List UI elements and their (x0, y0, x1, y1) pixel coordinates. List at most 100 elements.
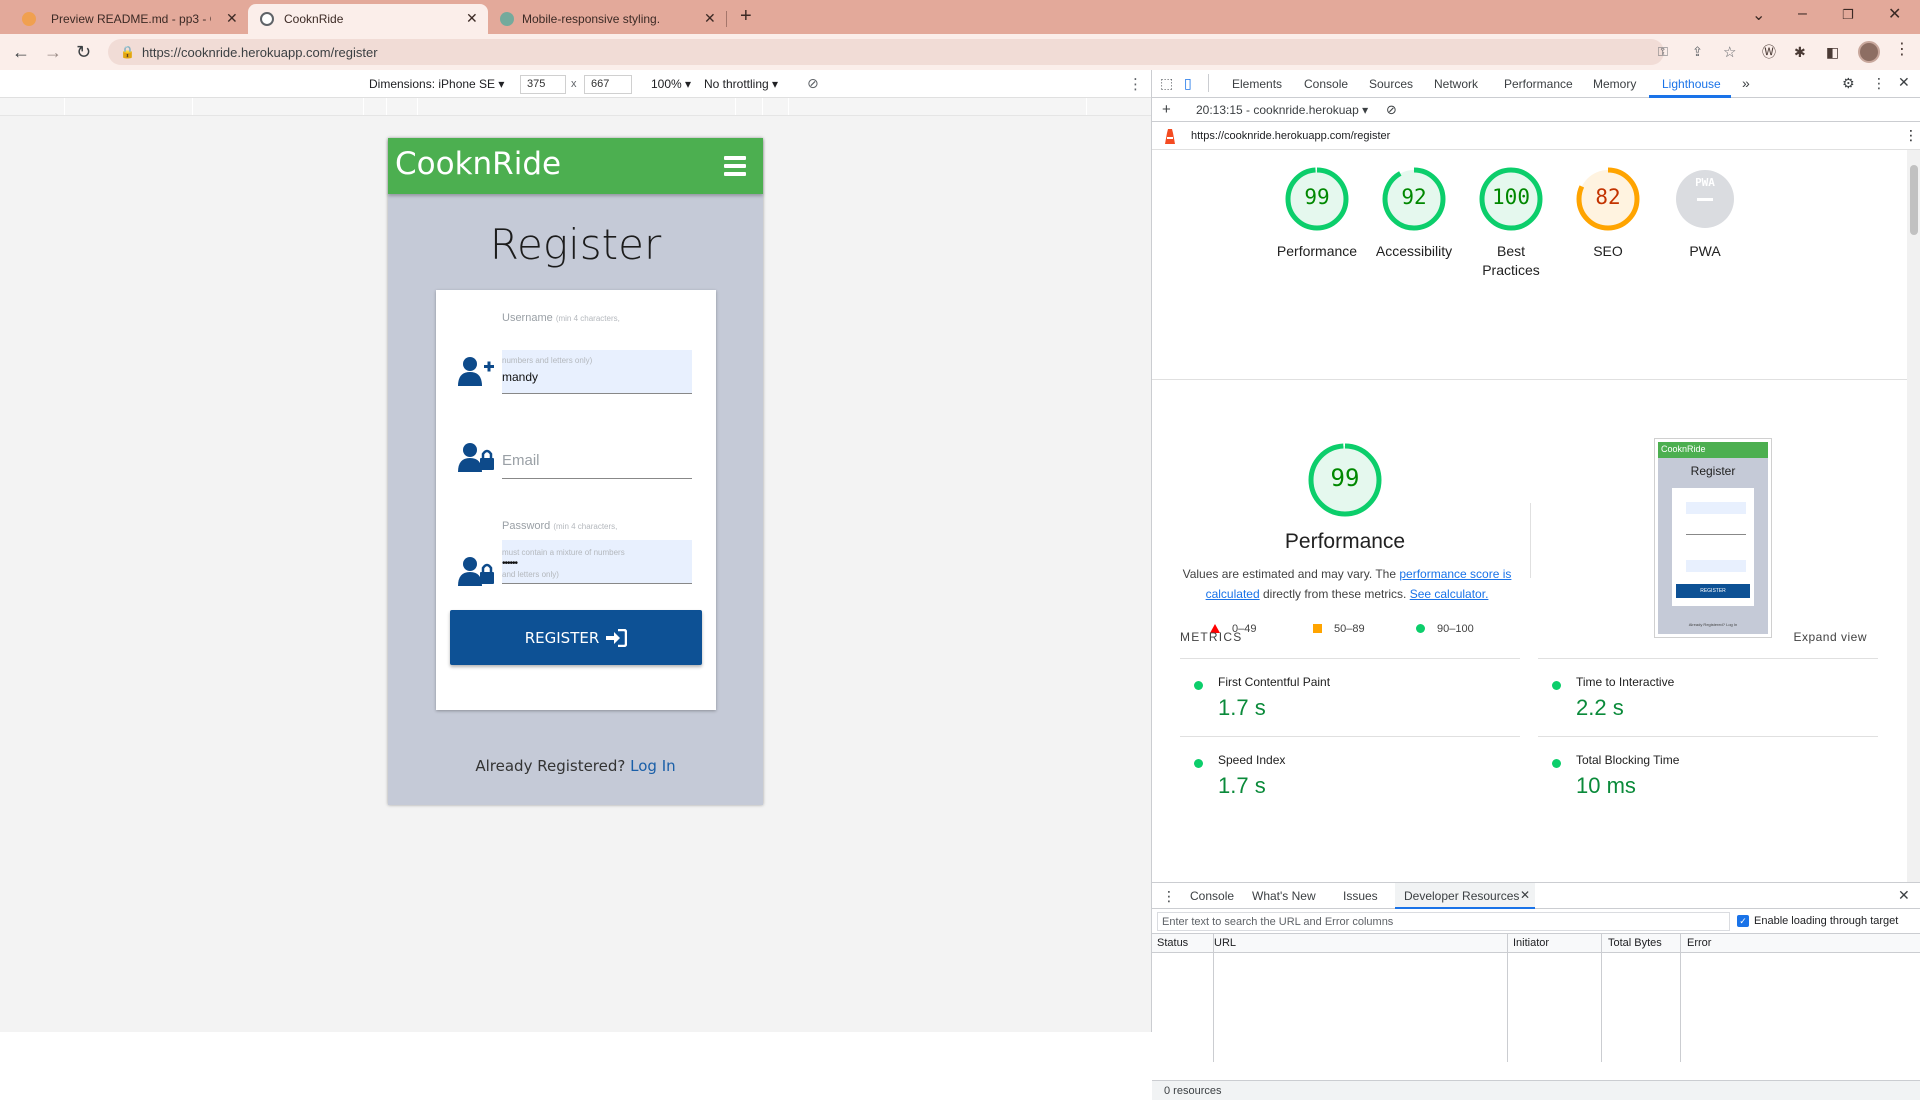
tab-cooknride[interactable]: CooknRide ✕ (248, 4, 488, 34)
column-error[interactable]: Error (1687, 937, 1711, 949)
enable-loading-label[interactable]: Enable loading through target (1754, 915, 1898, 927)
performance-heading: Performance (1284, 530, 1406, 553)
globe-icon (260, 12, 274, 26)
checkbox-checked-icon[interactable]: ✓ (1737, 915, 1749, 927)
new-report-plus-icon[interactable]: + (1162, 101, 1171, 118)
pass-circle-icon (1552, 681, 1561, 690)
close-devtools-icon[interactable]: ✕ (1898, 74, 1910, 91)
height-input[interactable]: 667 (584, 75, 632, 94)
minimize-button[interactable]: – (1798, 4, 1807, 24)
password-value[interactable]: •••••• (502, 558, 518, 569)
metric-fcp: First Contentful Paint 1.7 s (1180, 658, 1520, 736)
email-input[interactable] (502, 478, 692, 479)
tab-console[interactable]: Console (1304, 77, 1348, 91)
password-input[interactable]: must contain a mixture of numbers and le… (502, 540, 692, 584)
address-bar[interactable]: 🔒 https://cooknride.herokuapp.com/regist… (108, 39, 1736, 65)
user-plus-icon (458, 357, 494, 386)
tab-chatgpt[interactable]: Mobile-responsive styling. ✕ (490, 4, 726, 34)
rotate-icon[interactable]: ⊘ (807, 75, 819, 92)
register-button[interactable]: REGISTER (450, 610, 702, 665)
share-icon[interactable]: ⇪ (1692, 44, 1703, 60)
close-drawer-icon[interactable]: ✕ (1898, 887, 1910, 904)
user-lock-icon (458, 443, 494, 472)
email-field: Email (436, 430, 716, 490)
more-vert-icon[interactable]: ⋮ (1904, 127, 1918, 144)
tab-sources[interactable]: Sources (1369, 77, 1413, 91)
username-hint: numbers and letters only) (502, 356, 593, 365)
tab-memory[interactable]: Memory (1593, 77, 1636, 91)
tab-performance[interactable]: Performance (1504, 77, 1573, 91)
gauge-score-value: 82 (1595, 185, 1621, 209)
throttling-select[interactable]: No throttling ▾ (704, 77, 778, 91)
close-icon[interactable]: ✕ (226, 10, 238, 26)
more-vert-icon[interactable]: ⋮ (1894, 42, 1910, 58)
drawer-status-bar: 0 resources (1152, 1080, 1920, 1100)
restore-button[interactable]: ❐ (1842, 5, 1854, 25)
close-icon[interactable]: ✕ (704, 10, 716, 26)
drawer-tab-whats-new[interactable]: What's New (1252, 889, 1316, 903)
side-panel-icon[interactable]: ◧ (1826, 44, 1839, 60)
already-registered-text: Already Registered? (475, 757, 626, 775)
username-value[interactable]: mandy (502, 370, 538, 384)
report-url[interactable]: https://cooknride.herokuapp.com/register (1191, 130, 1390, 142)
tab-elements[interactable]: Elements (1232, 77, 1282, 91)
more-vert-icon[interactable]: ⋮ (1872, 75, 1886, 92)
device-dimensions-select[interactable]: Dimensions: iPhone SE ▾ (369, 77, 504, 91)
times-label: x (571, 78, 577, 90)
hamburger-menu-icon[interactable] (724, 156, 746, 180)
close-window-button[interactable]: ✕ (1888, 5, 1901, 25)
bookmark-star-icon[interactable]: ☆ (1723, 43, 1736, 61)
performance-big-gauge: 99 (1307, 442, 1383, 518)
report-scrollbar[interactable] (1907, 150, 1920, 882)
login-link[interactable]: Log In (630, 757, 676, 775)
tab-network[interactable]: Network (1434, 77, 1478, 91)
score-gauge-pwa[interactable]: PWA PWA (1660, 166, 1750, 259)
back-arrow-icon[interactable]: ← (12, 42, 30, 62)
expand-view-toggle[interactable]: Expand view (1793, 630, 1867, 644)
new-tab-button[interactable]: + (740, 6, 752, 26)
width-input[interactable]: 375 (520, 75, 566, 94)
zoom-select[interactable]: 100% ▾ (651, 77, 691, 91)
report-selector[interactable]: 20:13:15 - cooknride.herokuap ▾ (1196, 103, 1368, 117)
username-label: Username (min 4 characters, (502, 312, 620, 324)
brand-logo[interactable]: CooknRide (395, 146, 561, 182)
key-icon[interactable]: ⚿ (1658, 44, 1668, 60)
resource-filter-input[interactable]: Enter text to search the URL and Error c… (1157, 912, 1730, 931)
score-gauge-seo[interactable]: 82 SEO (1563, 166, 1653, 259)
drawer-tab-console[interactable]: Console (1190, 889, 1234, 903)
close-icon[interactable]: ✕ (466, 10, 478, 26)
tab-lighthouse[interactable]: Lighthouse (1662, 77, 1721, 91)
score-gauge-best-practices[interactable]: 100 Best Practices (1466, 166, 1556, 278)
inspect-element-icon[interactable]: ⬚ (1160, 75, 1173, 92)
tab-title: CooknRide (284, 12, 344, 26)
close-icon[interactable]: ✕ (1520, 888, 1530, 902)
more-vert-icon[interactable]: ⋮ (1128, 75, 1143, 93)
drawer-menu-icon[interactable]: ⋮ (1162, 888, 1176, 905)
scrollbar-thumb[interactable] (1910, 165, 1918, 235)
see-calculator-link[interactable]: See calculator. (1410, 587, 1489, 601)
url-text[interactable]: https://cooknride.herokuapp.com/register (142, 45, 378, 60)
lock-icon[interactable]: 🔒 (120, 45, 135, 59)
wordpress-icon[interactable]: Ⓦ (1762, 44, 1776, 60)
login-prompt: Already Registered? Log In (388, 757, 763, 775)
score-gauge-performance[interactable]: 99 Performance (1272, 166, 1362, 259)
gauge-label: Best Practices (1482, 243, 1540, 278)
final-screenshot-thumbnail[interactable]: CooknRide Register REGISTER Already Regi… (1654, 438, 1772, 638)
settings-gear-icon[interactable]: ⚙ (1842, 75, 1855, 92)
profile-avatar[interactable] (1858, 41, 1880, 63)
forward-arrow-icon[interactable]: → (44, 42, 62, 62)
score-gauge-accessibility[interactable]: 92 Accessibility (1369, 166, 1459, 259)
table-column (1214, 934, 1508, 1062)
drawer-tab-developer-resources[interactable]: Developer Resources ✕ (1395, 883, 1535, 909)
tab-search-chevron-icon[interactable]: ⌄ (1752, 6, 1765, 26)
password-label: Password (min 4 characters, (502, 520, 618, 532)
clear-reports-icon[interactable]: ⊘ (1386, 102, 1397, 118)
device-toggle-icon[interactable]: ▯ (1184, 75, 1192, 92)
reload-icon[interactable]: ↻ (76, 42, 91, 62)
drawer-tab-issues[interactable]: Issues (1343, 889, 1378, 903)
more-tabs-icon[interactable]: » (1742, 75, 1750, 91)
extensions-puzzle-icon[interactable]: ✱ (1794, 44, 1806, 60)
media-query-ruler[interactable] (0, 98, 1151, 116)
divider (1208, 74, 1209, 92)
tab-readme[interactable]: Preview README.md - pp3 - Gitp ✕ (8, 4, 248, 34)
